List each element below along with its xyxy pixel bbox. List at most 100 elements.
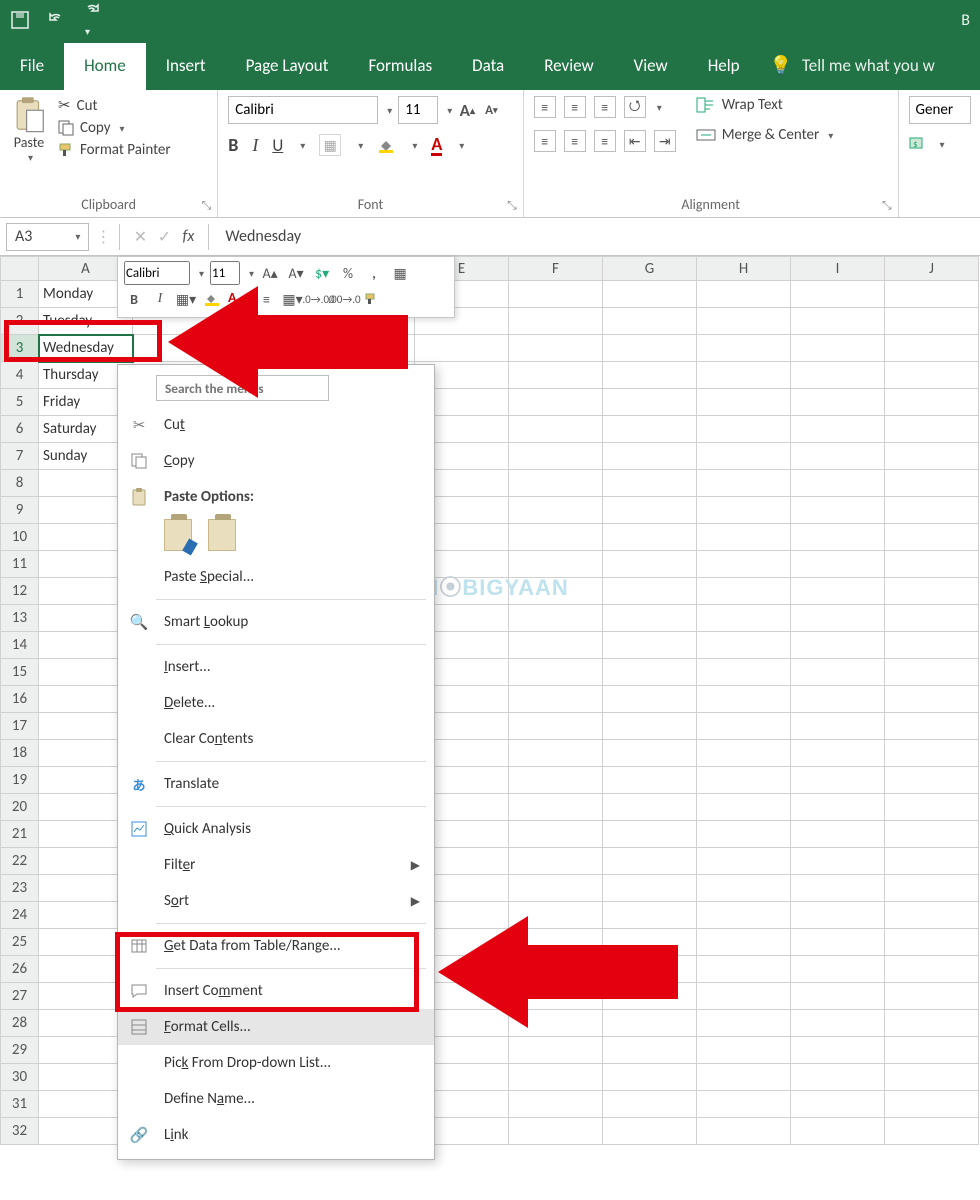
row-header[interactable]: 8 — [1, 470, 39, 497]
orientation-icon[interactable]: ⭯ — [624, 96, 646, 118]
cell[interactable] — [885, 1091, 979, 1118]
cell[interactable] — [509, 416, 603, 443]
cell[interactable] — [697, 794, 791, 821]
cell[interactable] — [791, 578, 885, 605]
align-middle-icon[interactable]: ≡ — [564, 96, 586, 118]
cell[interactable] — [603, 524, 697, 551]
cell[interactable] — [791, 902, 885, 929]
merge-icon[interactable]: ▦ — [390, 263, 410, 283]
cell[interactable] — [885, 956, 979, 983]
cell[interactable] — [791, 1091, 885, 1118]
cell[interactable] — [603, 686, 697, 713]
align-left-icon[interactable]: ≡ — [534, 130, 556, 152]
row-header[interactable]: 13 — [1, 605, 39, 632]
row-header[interactable]: 25 — [1, 929, 39, 956]
cell[interactable] — [791, 416, 885, 443]
cell[interactable] — [885, 362, 979, 389]
row-header[interactable]: 32 — [1, 1118, 39, 1145]
tab-review[interactable]: Review — [524, 43, 613, 90]
cell[interactable] — [791, 875, 885, 902]
cell[interactable] — [791, 1064, 885, 1091]
cell[interactable] — [603, 551, 697, 578]
merge-center-button[interactable]: Merge & Center▾ — [696, 126, 834, 144]
cell[interactable] — [791, 443, 885, 470]
cell[interactable] — [603, 875, 697, 902]
tab-insert[interactable]: Insert — [146, 43, 226, 90]
italic-button[interactable]: I — [252, 135, 258, 156]
cell[interactable] — [885, 632, 979, 659]
paste-button[interactable]: Paste ▾ — [10, 96, 48, 164]
cell[interactable] — [885, 902, 979, 929]
cell[interactable] — [697, 281, 791, 308]
tell-me[interactable]: 💡 Tell me what you w — [760, 54, 945, 90]
row-header[interactable]: 1 — [1, 281, 39, 308]
ctx-get-data-table[interactable]: Get Data from Table/Range... — [118, 928, 434, 964]
cell[interactable] — [603, 632, 697, 659]
cell[interactable] — [603, 470, 697, 497]
tab-data[interactable]: Data — [452, 43, 524, 90]
tab-home[interactable]: Home — [64, 43, 146, 90]
format-painter-button[interactable]: Format Painter — [58, 141, 171, 159]
bold-button[interactable]: B — [228, 134, 238, 156]
number-format-select[interactable] — [909, 96, 971, 124]
currency-icon[interactable]: $ — [909, 136, 931, 152]
row-header[interactable]: 5 — [1, 389, 39, 416]
cell[interactable] — [603, 605, 697, 632]
row-header[interactable]: 24 — [1, 902, 39, 929]
font-size-select[interactable] — [398, 96, 438, 124]
cell[interactable] — [885, 470, 979, 497]
cell[interactable] — [885, 821, 979, 848]
cell[interactable] — [603, 281, 697, 308]
cell[interactable] — [509, 308, 603, 335]
cell[interactable] — [509, 1037, 603, 1064]
font-name-select[interactable] — [228, 96, 378, 124]
cell[interactable] — [885, 713, 979, 740]
cell[interactable] — [509, 821, 603, 848]
row-header[interactable]: 11 — [1, 551, 39, 578]
row-header[interactable]: 20 — [1, 794, 39, 821]
row-header[interactable]: 22 — [1, 848, 39, 875]
cell[interactable] — [603, 308, 697, 335]
cell[interactable] — [791, 713, 885, 740]
cell[interactable] — [697, 578, 791, 605]
cell[interactable] — [791, 1037, 885, 1064]
grow-font-icon[interactable]: A▴ — [260, 263, 280, 283]
cell[interactable]: Wednesday — [39, 335, 133, 362]
cell[interactable] — [603, 659, 697, 686]
cell[interactable] — [885, 281, 979, 308]
cell[interactable] — [509, 794, 603, 821]
cell[interactable] — [791, 848, 885, 875]
cell[interactable] — [603, 1064, 697, 1091]
cell[interactable] — [697, 1037, 791, 1064]
cell[interactable] — [697, 956, 791, 983]
cell[interactable] — [791, 983, 885, 1010]
cell[interactable] — [509, 1118, 603, 1145]
cell[interactable] — [791, 308, 885, 335]
cell[interactable] — [885, 578, 979, 605]
cell[interactable] — [791, 497, 885, 524]
cell[interactable] — [885, 497, 979, 524]
cell[interactable] — [697, 902, 791, 929]
redo-icon[interactable]: ▾ — [82, 1, 102, 40]
percent-icon[interactable]: % — [338, 263, 358, 283]
cancel-icon[interactable]: ✕ — [128, 227, 152, 247]
cell[interactable] — [791, 335, 885, 362]
cell[interactable] — [509, 470, 603, 497]
currency-icon[interactable]: $▾ — [312, 263, 332, 283]
cell[interactable] — [885, 740, 979, 767]
cell[interactable] — [697, 335, 791, 362]
shrink-font-icon[interactable]: A▾ — [482, 101, 500, 119]
paste-keep-formatting-icon[interactable] — [164, 519, 192, 551]
row-header[interactable]: 6 — [1, 416, 39, 443]
row-header[interactable]: 19 — [1, 767, 39, 794]
mini-font-name[interactable] — [124, 261, 190, 285]
cell[interactable] — [885, 929, 979, 956]
cut-button[interactable]: ✂Cut — [58, 96, 171, 115]
cell[interactable] — [885, 389, 979, 416]
cell[interactable] — [697, 362, 791, 389]
comma-icon[interactable]: , — [364, 263, 384, 283]
cell[interactable] — [509, 281, 603, 308]
cell[interactable] — [791, 551, 885, 578]
cell[interactable] — [509, 848, 603, 875]
launcher-icon[interactable]: ⤡ — [507, 199, 517, 213]
